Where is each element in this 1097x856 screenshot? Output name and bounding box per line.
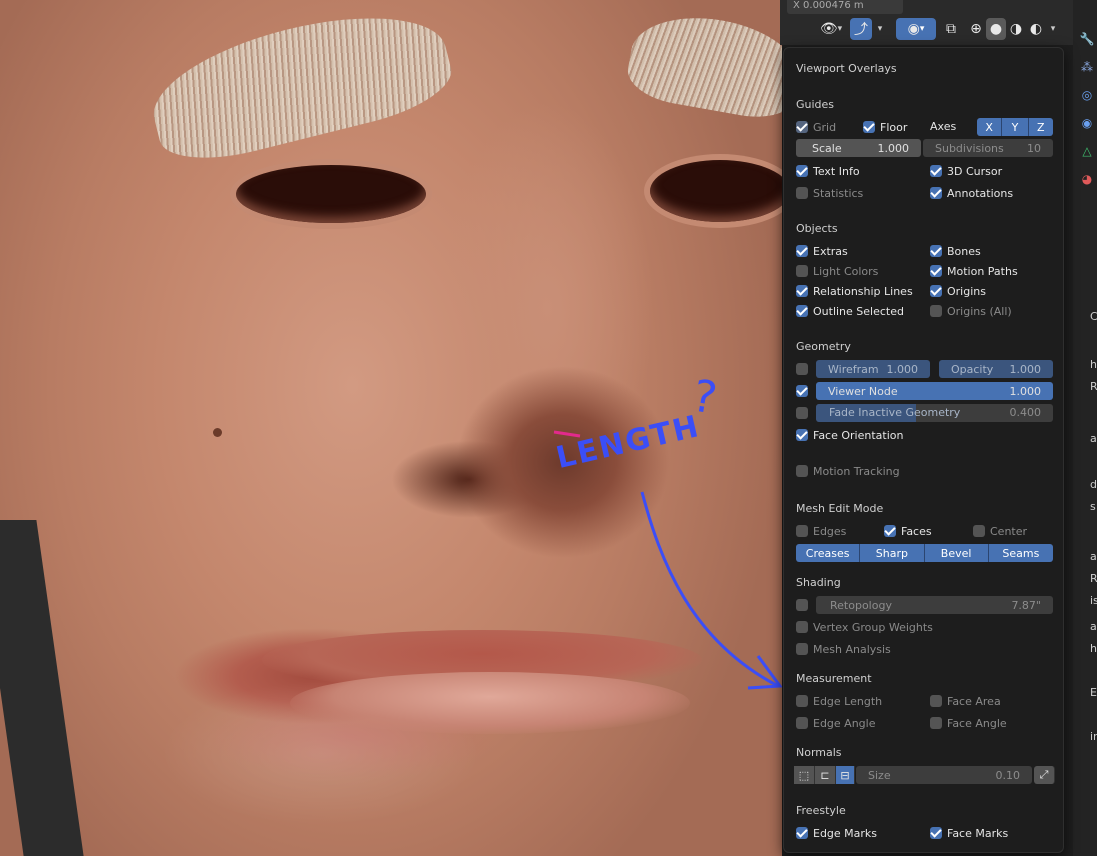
vertex-normals-icon[interactable]: ⬚	[794, 766, 815, 784]
subdivisions-field[interactable]: Subdivisions 10	[923, 139, 1053, 157]
popover-title: Viewport Overlays	[796, 62, 897, 75]
mesh-analysis-checkbox[interactable]: Mesh Analysis	[796, 641, 891, 657]
normals-heading: Normals	[796, 746, 842, 759]
gizmo-toggle-button[interactable]: ⤴	[850, 18, 872, 40]
data-icon[interactable]: △	[1080, 144, 1094, 158]
fade-inactive-field[interactable]: Fade Inactive Geometry 0.400	[816, 404, 1053, 422]
vertex-group-weights-checkbox[interactable]: Vertex Group Weights	[796, 619, 933, 635]
coordinate-readout: X 0.000476 m	[787, 0, 903, 14]
properties-clipped-text: a	[1090, 550, 1097, 563]
objects-heading: Objects	[796, 222, 838, 235]
freestyle-edge-marks-checkbox[interactable]: Edge Marks	[796, 825, 877, 841]
axis-z-toggle[interactable]: Z	[1028, 118, 1053, 136]
wireframe-checkbox[interactable]	[796, 361, 813, 377]
scale-field[interactable]: Scale 1.000	[796, 139, 921, 157]
freestyle-face-marks-checkbox[interactable]: Face Marks	[930, 825, 1008, 841]
properties-clipped-text: d	[1090, 478, 1097, 491]
axis-y-toggle[interactable]: Y	[1002, 118, 1029, 136]
light-colors-checkbox[interactable]: Light Colors	[796, 263, 878, 279]
axis-x-toggle[interactable]: X	[977, 118, 1003, 136]
3d-cursor-checkbox[interactable]: 3D Cursor	[930, 163, 1002, 179]
material-icon[interactable]: ◕	[1080, 172, 1094, 186]
annotations-checkbox[interactable]: Annotations	[930, 185, 1013, 201]
bones-checkbox[interactable]: Bones	[930, 243, 981, 259]
face-normals-icon[interactable]: ⊟	[836, 766, 855, 784]
overlays-toggle-button[interactable]: ◉ ▾	[896, 18, 936, 40]
properties-clipped-text: h	[1090, 358, 1097, 371]
opacity-field[interactable]: Opacity 1.000	[939, 360, 1053, 378]
material-shading-icon[interactable]: ◑	[1006, 18, 1026, 40]
normals-size-field[interactable]: Size 0.10	[856, 766, 1032, 784]
constraints-icon[interactable]: ◉	[1080, 116, 1094, 130]
statistics-checkbox[interactable]: Statistics	[796, 185, 863, 201]
origins-all-checkbox[interactable]: Origins (All)	[930, 303, 1012, 319]
properties-clipped-text: E	[1090, 686, 1097, 699]
properties-clipped-text: R	[1090, 572, 1097, 585]
particles-icon[interactable]: ⁂	[1080, 60, 1094, 74]
constant-screen-size-icon[interactable]: ⤢	[1034, 766, 1055, 784]
edges-checkbox[interactable]: Edges	[796, 523, 846, 539]
axes-toggle-group: X Y Z	[977, 118, 1053, 136]
face-orientation-checkbox[interactable]: Face Orientation	[796, 427, 903, 443]
bevel-toggle[interactable]: Bevel	[924, 544, 989, 562]
guides-heading: Guides	[796, 98, 835, 111]
sharp-toggle[interactable]: Sharp	[860, 544, 925, 562]
edge-marks-toggle-group: Creases Sharp Bevel Seams	[796, 544, 1053, 562]
edge-angle-checkbox[interactable]: Edge Angle	[796, 715, 875, 731]
measurement-heading: Measurement	[796, 672, 872, 685]
wrench-icon[interactable]: 🔧	[1080, 32, 1095, 46]
shading-dropdown-chevron-icon[interactable]: ▾	[1046, 18, 1060, 40]
fade-inactive-checkbox[interactable]	[796, 405, 813, 421]
origins-checkbox[interactable]: Origins	[930, 283, 986, 299]
mesh-edit-mode-heading: Mesh Edit Mode	[796, 502, 884, 515]
outline-selected-checkbox[interactable]: Outline Selected	[796, 303, 904, 319]
retopology-checkbox[interactable]	[796, 597, 813, 613]
center-checkbox[interactable]: Center	[973, 523, 1027, 539]
properties-clipped-text: C	[1090, 310, 1097, 323]
viewer-node-checkbox[interactable]	[796, 383, 813, 399]
split-normals-icon[interactable]: ⊏	[815, 766, 836, 784]
freestyle-heading: Freestyle	[796, 804, 846, 817]
extras-checkbox[interactable]: Extras	[796, 243, 848, 259]
3d-viewport[interactable]: LENGTH ?	[0, 0, 782, 856]
motion-tracking-checkbox[interactable]: Motion Tracking	[796, 463, 900, 479]
properties-clipped-text: R	[1090, 380, 1097, 393]
text-info-checkbox[interactable]: Text Info	[796, 163, 860, 179]
xray-toggle-icon[interactable]: ⧉	[941, 18, 961, 40]
chevron-down-icon: ▾	[837, 24, 843, 34]
gizmo-dropdown-chevron-icon[interactable]: ▾	[872, 18, 888, 40]
physics-icon[interactable]: ◎	[1080, 88, 1094, 102]
faces-checkbox[interactable]: Faces	[884, 523, 932, 539]
properties-clipped-text: a	[1090, 432, 1097, 445]
wireframe-field[interactable]: Wirefram 1.000	[816, 360, 930, 378]
face-area-checkbox[interactable]: Face Area	[930, 693, 1001, 709]
retopology-field[interactable]: Retopology 7.87"	[816, 596, 1053, 614]
wireframe-shading-icon[interactable]: ⊕	[966, 18, 986, 40]
viewport-overlays-popover: Viewport Overlays Guides Grid Floor Axes…	[783, 47, 1064, 853]
visibility-eye-icon[interactable]: 👁 ▾	[814, 18, 848, 40]
motion-paths-checkbox[interactable]: Motion Paths	[930, 263, 1018, 279]
geometry-heading: Geometry	[796, 340, 851, 353]
properties-clipped-text: h	[1090, 642, 1097, 655]
face-angle-checkbox[interactable]: Face Angle	[930, 715, 1007, 731]
creases-toggle[interactable]: Creases	[796, 544, 861, 562]
axes-label: Axes	[930, 120, 957, 133]
properties-clipped-text: ar	[1090, 620, 1097, 633]
edge-length-checkbox[interactable]: Edge Length	[796, 693, 882, 709]
relationship-lines-checkbox[interactable]: Relationship Lines	[796, 283, 913, 299]
solid-shading-icon[interactable]: ●	[986, 18, 1006, 40]
properties-clipped-text: s	[1090, 500, 1096, 513]
properties-clipped-text: in	[1090, 730, 1097, 743]
viewer-node-field[interactable]: Viewer Node 1.000	[816, 382, 1053, 400]
shading-heading: Shading	[796, 576, 841, 589]
floor-checkbox-box	[863, 121, 875, 133]
normals-row: ⬚ ⊏ ⊟ Size 0.10 ⤢	[794, 766, 1055, 784]
seams-toggle[interactable]: Seams	[988, 544, 1053, 562]
floor-checkbox[interactable]: Floor	[863, 119, 907, 135]
grid-checkbox-box	[796, 121, 808, 133]
rendered-shading-icon[interactable]: ◐	[1026, 18, 1046, 40]
grid-checkbox[interactable]: Grid	[796, 119, 836, 135]
properties-clipped-text: is	[1090, 594, 1097, 607]
